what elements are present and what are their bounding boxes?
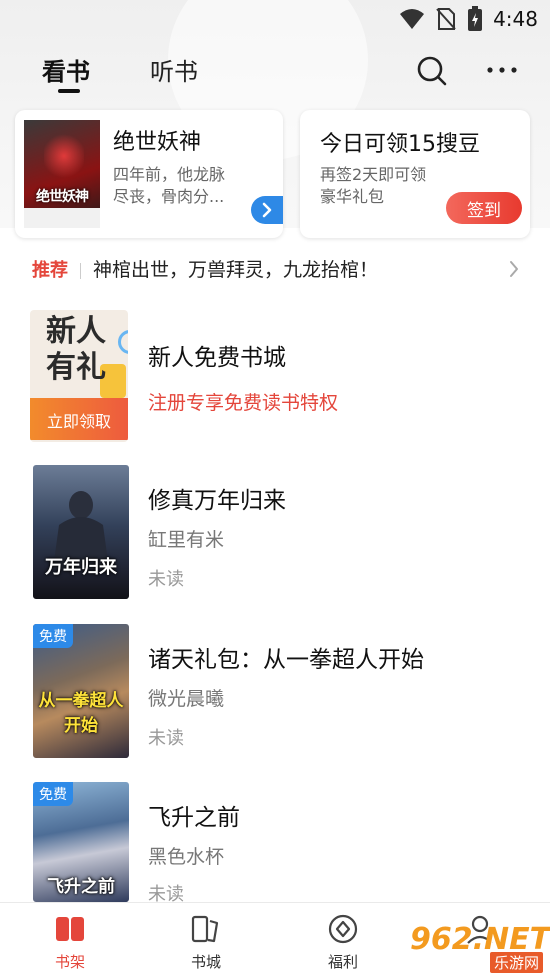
desc-line: 再签2天即可领 [320, 165, 427, 184]
featured-book-title: 绝世妖神 [113, 130, 202, 155]
tab-underline [58, 89, 80, 93]
bookstore-icon [191, 915, 219, 943]
status-time: 4:48 [493, 7, 538, 31]
cover-art [44, 132, 84, 180]
book-author: 缸里有米 [148, 529, 225, 551]
promo-claim-band[interactable]: 立即领取 [30, 398, 128, 440]
book-title: 飞升之前 [148, 805, 240, 831]
featured-book-cover: 绝世妖神 [24, 120, 100, 228]
watermark-subtext: 乐游网 [490, 952, 544, 973]
tab-listen[interactable]: 听书 [150, 52, 198, 87]
read-status: 未读 [148, 728, 184, 749]
promo-claim-label: 立即领取 [46, 412, 111, 431]
list-item[interactable]: 从一拳超人开始 免费 诸天礼包：从一拳超人开始 微光晨曦 未读 [0, 624, 550, 764]
chevron-right-icon [262, 202, 272, 218]
read-status: 未读 [148, 569, 184, 590]
featured-book-desc: 四年前，他龙脉 尽丧，骨肉分... [113, 164, 225, 208]
free-badge: 免费 [33, 624, 73, 648]
desc-line: 豪华礼包 [320, 187, 385, 206]
free-badge: 免费 [33, 782, 73, 806]
nav-bookshelf[interactable]: 书架 [30, 913, 110, 977]
promo-cover: 新人 有礼 立即领取 [30, 310, 128, 442]
nav-welfare[interactable]: 福利 [303, 913, 383, 977]
divider [80, 263, 81, 279]
bookshelf-icon [56, 917, 84, 941]
desc-line: 四年前，他龙脉 [113, 165, 226, 184]
welfare-icon [328, 914, 358, 944]
cover-title: 万年归来 [45, 557, 117, 578]
promo-list-item[interactable]: 新人 有礼 立即领取 新人免费书城 注册专享免费读书特权 [0, 300, 550, 450]
promo-cover-text: 新人 有礼 [46, 314, 106, 386]
sign-in-button[interactable]: 签到 [446, 192, 522, 224]
wifi-icon [400, 9, 425, 29]
book-title: 诸天礼包：从一拳超人开始 [148, 647, 424, 673]
desc-line: 尽丧，骨肉分... [113, 187, 225, 206]
battery-icon [468, 6, 483, 31]
tab-read[interactable]: 看书 [42, 52, 90, 87]
book-author: 黑色水杯 [148, 846, 225, 868]
sign-in-desc: 再签2天即可领 豪华礼包 [320, 164, 426, 208]
book-author: 微光晨曦 [148, 688, 225, 710]
list-item[interactable]: 万年归来 修真万年归来 缸里有米 未读 [0, 465, 550, 605]
cover-title: 从一拳超人开始 [38, 691, 124, 736]
featured-book-arrow-button[interactable] [251, 196, 283, 224]
book-cover: 飞升之前 免费 [33, 782, 129, 902]
status-bar: 4:48 [0, 0, 550, 40]
recommend-label: 推荐 [32, 260, 68, 281]
book-cover: 万年归来 [33, 465, 129, 599]
nav-label: 书城 [190, 953, 221, 971]
watermark: 962.NET 乐游网 [410, 922, 550, 974]
more-icon[interactable] [486, 66, 518, 74]
header: 看书 听书 [0, 40, 550, 102]
promo-title: 新人免费书城 [148, 345, 286, 371]
no-sim-icon [436, 8, 456, 30]
promo-cover-line: 有礼 [46, 350, 106, 385]
promo-cover-line: 新人 [46, 314, 106, 349]
decoration [118, 330, 128, 354]
featured-cover-title: 绝世妖神 [36, 189, 89, 205]
sign-in-card[interactable]: 今日可领15搜豆 再签2天即可领 豪华礼包 签到 [300, 110, 530, 238]
search-icon[interactable] [416, 55, 448, 87]
list-item[interactable]: 飞升之前 免费 飞升之前 黑色水杯 未读 [0, 782, 550, 905]
sign-in-title: 今日可领15搜豆 [320, 132, 480, 157]
nav-label: 书架 [54, 953, 85, 971]
nav-label: 福利 [327, 953, 358, 971]
cover-title: 飞升之前 [47, 877, 115, 897]
book-cover: 从一拳超人开始 免费 [33, 624, 129, 758]
cover-footer [24, 208, 100, 228]
recommend-banner[interactable]: 推荐 神棺出世，万兽拜灵，九龙抬棺！ [0, 250, 550, 290]
book-title: 修真万年归来 [148, 488, 286, 514]
chevron-right-icon [510, 261, 518, 277]
recommend-text: 神棺出世，万兽拜灵，九龙抬棺！ [93, 259, 379, 281]
nav-bookstore[interactable]: 书城 [166, 913, 246, 977]
featured-book-card[interactable]: 绝世妖神 绝世妖神 四年前，他龙脉 尽丧，骨肉分... [15, 110, 283, 238]
promo-subtitle: 注册专享免费读书特权 [148, 392, 339, 414]
